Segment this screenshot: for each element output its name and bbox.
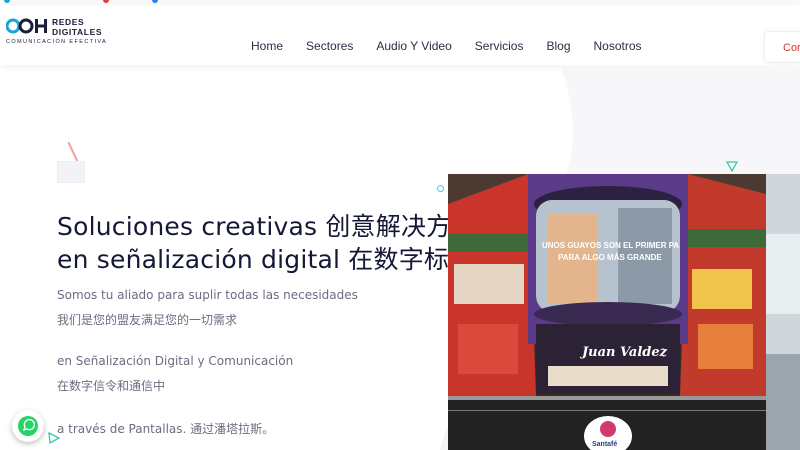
- main-nav: Home Sectores Audio Y Video Servicios Bl…: [251, 39, 665, 53]
- nav-home[interactable]: Home: [251, 39, 283, 53]
- store-sign: Juan Valdez: [579, 345, 668, 360]
- hero-paragraph-2: 我们是您的盟友满足您的一切需求: [57, 313, 238, 327]
- carousel-next-image: [766, 174, 800, 450]
- hero-paragraph-1: Somos tu aliado para suplir todas las ne…: [57, 288, 358, 302]
- whatsapp-button[interactable]: [12, 410, 44, 442]
- decor-dot: [437, 185, 444, 192]
- nav-blog[interactable]: Blog: [546, 39, 570, 53]
- logo-line1: REDES: [52, 17, 85, 27]
- nav-nosotros[interactable]: Nosotros: [594, 39, 642, 53]
- decor-triangle-icon: [726, 161, 738, 172]
- hero-paragraph-3: en Señalización Digital y Comunicación: [57, 354, 294, 368]
- hero-title-line1: Soluciones creativas 创意解决方: [57, 212, 452, 241]
- contact-button[interactable]: Cor: [764, 31, 800, 63]
- nav-servicios[interactable]: Servicios: [475, 39, 524, 53]
- nav-audio-video[interactable]: Audio Y Video: [376, 39, 451, 53]
- decor-square: [57, 161, 85, 183]
- screen-text-2: PARA ALGO MÁS GRANDE: [558, 253, 662, 262]
- ooh-logo-icon: [6, 18, 47, 34]
- site-logo[interactable]: REDES DIGITALES COMUNICACIÓN EFECTIVA: [6, 15, 106, 51]
- logo-tagline: COMUNICACIÓN EFECTIVA: [6, 39, 108, 45]
- hero-paragraph-5: a través de Pantallas. 通过潘塔拉斯。: [57, 422, 275, 436]
- screen-text-1: UNOS GUAYOS SON EL PRIMER PA: [542, 241, 679, 250]
- nav-sectores[interactable]: Sectores: [306, 39, 353, 53]
- logo-line2: DIGITALES: [52, 27, 103, 37]
- mall-screen-illustration: UNOS GUAYOS SON EL PRIMER PA PARA ALGO M…: [448, 174, 766, 450]
- site-header: REDES DIGITALES COMUNICACIÓN EFECTIVA Ho…: [0, 5, 800, 65]
- decor-line: [67, 141, 79, 163]
- hero-title-line2: en señalización digital 在数字标牌: [57, 245, 475, 274]
- hero-paragraph-4: 在数字信令和通信中: [57, 379, 166, 393]
- whatsapp-icon: [18, 416, 38, 436]
- mall-sign: Santafé: [592, 441, 617, 448]
- hero-image: UNOS GUAYOS SON EL PRIMER PA PARA ALGO M…: [448, 174, 766, 450]
